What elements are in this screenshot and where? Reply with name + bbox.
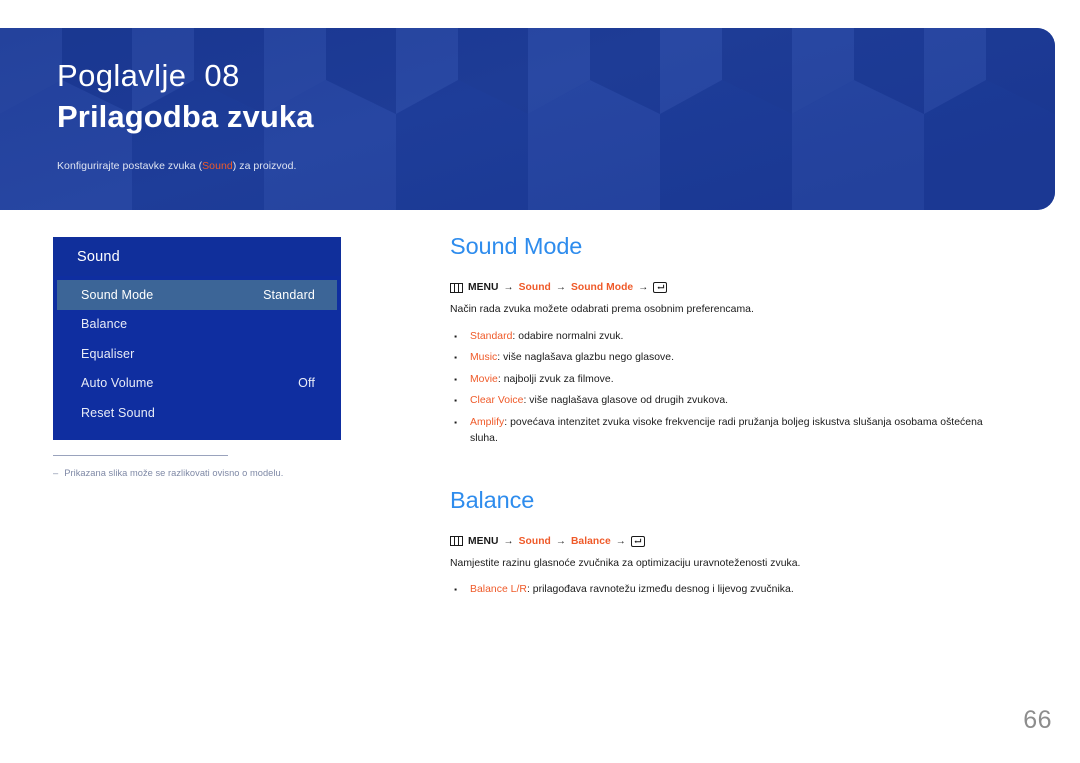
osd-menu-panel: Sound Sound Mode Standard Balance Equali… [53, 237, 341, 440]
bullet-item: ▪ Amplify: povećava intenzitet zvuka vis… [450, 412, 1010, 450]
bullet-item: ▪ Standard: odabire normalni zvuk. [450, 326, 1010, 347]
menu-icon [450, 536, 463, 547]
bullet-description: : povećava intenzitet zvuka visoke frekv… [470, 416, 983, 444]
bullet-text: Amplify: povećava intenzitet zvuka visok… [470, 415, 1010, 447]
page-number: 66 [1023, 706, 1052, 734]
bullet-marker: ▪ [454, 585, 457, 595]
bullet-description: : više naglašava glasove od drugih zvuko… [523, 395, 729, 407]
bullet-item: ▪ Clear Voice: više naglašava glasove od… [450, 391, 1010, 412]
osd-row-label: Auto Volume [81, 376, 154, 391]
bullet-list: ▪ Standard: odabire normalni zvuk. ▪ Mus… [450, 326, 1010, 449]
bullet-marker: ▪ [454, 374, 457, 384]
bullet-text: Movie: najbolji zvuk za filmove. [470, 372, 1010, 388]
chapter-banner: Poglavlje 08 Prilagodba zvuka Konfigurir… [0, 28, 1055, 210]
breadcrumb-arrow: → [503, 535, 514, 547]
main-content: Sound Mode MENU → Sound → Sound Mode → N… [450, 232, 1010, 601]
bullet-description: : više naglašava glazbu nego glasove. [497, 352, 675, 364]
chapter-label: Poglavlje 08 [57, 58, 240, 93]
bullet-item: ▪ Music: više naglašava glazbu nego glas… [450, 348, 1010, 369]
figure-footnote: – Prikazana slika može se razlikovati ov… [53, 455, 353, 480]
section-sound-mode: Sound Mode MENU → Sound → Sound Mode → N… [450, 232, 1010, 450]
breadcrumb-menu-label: MENU [468, 535, 499, 547]
enter-key-icon [653, 282, 668, 294]
menu-path-breadcrumb: MENU → Sound → Sound Mode → [450, 282, 1010, 294]
osd-row-reset-sound[interactable]: Reset Sound [57, 398, 337, 428]
osd-row-equaliser[interactable]: Equaliser [57, 339, 337, 369]
bullet-description: : odabire normalni zvuk. [512, 330, 624, 342]
section-body: Namjestite razinu glasnoće zvučnika za o… [450, 557, 801, 569]
section-title: Sound Mode [450, 233, 583, 259]
bullet-item: ▪ Balance L/R: prilagođava ravnotežu izm… [450, 580, 1010, 601]
bullet-text: Balance L/R: prilagođava ravnotežu izmeđ… [470, 582, 1010, 598]
banner-subtitle-pre: Konfigurirajte postavke zvuka ( [57, 160, 203, 173]
bullet-term: Standard [470, 330, 513, 342]
bullet-marker: ▪ [454, 396, 457, 406]
osd-row-label: Reset Sound [81, 405, 155, 420]
menu-icon [450, 282, 463, 293]
breadcrumb-menu-label: MENU [468, 282, 499, 294]
breadcrumb-arrow: → [555, 535, 566, 547]
breadcrumb-step-sound: Sound [518, 535, 551, 547]
bullet-item: ▪ Movie: najbolji zvuk za filmove. [450, 369, 1010, 390]
section-balance: Balance MENU → Sound → Balance → Namjest… [450, 486, 1010, 602]
footnote-text: Prikazana slika može se razlikovati ovis… [64, 468, 284, 478]
bullet-term: Balance L/R [470, 584, 527, 596]
osd-row-label: Equaliser [81, 346, 135, 361]
osd-row-value: Standard [263, 287, 315, 302]
breadcrumb-step-sound-mode: Sound Mode [570, 282, 634, 294]
breadcrumb-arrow: → [615, 535, 626, 547]
bullet-term: Music [470, 352, 498, 364]
osd-menu-title: Sound [77, 248, 120, 265]
banner-subtitle: Konfigurirajte postavke zvuka (Sound) za… [57, 159, 1055, 174]
bullet-description: : najbolji zvuk za filmove. [497, 373, 614, 385]
breadcrumb-arrow: → [555, 282, 566, 294]
bullet-text: Clear Voice: više naglašava glasove od d… [470, 393, 1010, 409]
bullet-list: ▪ Balance L/R: prilagođava ravnotežu izm… [450, 580, 1010, 601]
section-title: Balance [450, 486, 535, 513]
bullet-marker: ▪ [454, 353, 457, 363]
banner-text-block: Poglavlje 08 Prilagodba zvuka Konfigurir… [0, 28, 1055, 174]
chapter-title: Prilagodba zvuka [57, 98, 314, 134]
osd-row-label: Sound Mode [81, 287, 154, 302]
footnote-dash: – [53, 468, 59, 478]
breadcrumb-step-sound: Sound [518, 282, 551, 294]
osd-menu-header: Sound [53, 237, 341, 276]
menu-path-breadcrumb: MENU → Sound → Balance → [450, 535, 1010, 547]
bullet-text: Standard: odabire normalni zvuk. [470, 329, 1010, 345]
bullet-marker: ▪ [454, 331, 457, 341]
bullet-term: Amplify [470, 416, 505, 428]
banner-subtitle-post: ) za proizvod. [232, 160, 297, 173]
breadcrumb-arrow: → [638, 282, 649, 294]
osd-row-value: Off [298, 376, 315, 391]
bullet-description: : prilagođava ravnotežu između desnog i … [526, 584, 794, 596]
bullet-text: Music: više naglašava glazbu nego glasov… [470, 350, 1010, 366]
bullet-marker: ▪ [454, 417, 457, 427]
osd-row-balance[interactable]: Balance [57, 310, 337, 340]
osd-row-label: Balance [81, 317, 128, 332]
footnote-line: – Prikazana slika može se razlikovati ov… [53, 467, 353, 480]
breadcrumb-step-balance: Balance [570, 535, 611, 547]
footnote-divider [53, 455, 228, 456]
bullet-term: Movie [470, 373, 498, 385]
document-page: Poglavlje 08 Prilagodba zvuka Konfigurir… [0, 0, 1080, 763]
osd-row-auto-volume[interactable]: Auto Volume Off [57, 369, 337, 399]
osd-menu-list: Sound Mode Standard Balance Equaliser Au… [53, 276, 341, 440]
section-body: Način rada zvuka možete odabrati prema o… [450, 304, 754, 316]
bullet-term: Clear Voice [470, 395, 524, 407]
breadcrumb-arrow: → [503, 282, 514, 294]
enter-key-icon [630, 535, 645, 547]
osd-row-sound-mode[interactable]: Sound Mode Standard [57, 280, 337, 310]
banner-subtitle-accent: Sound [202, 160, 233, 173]
